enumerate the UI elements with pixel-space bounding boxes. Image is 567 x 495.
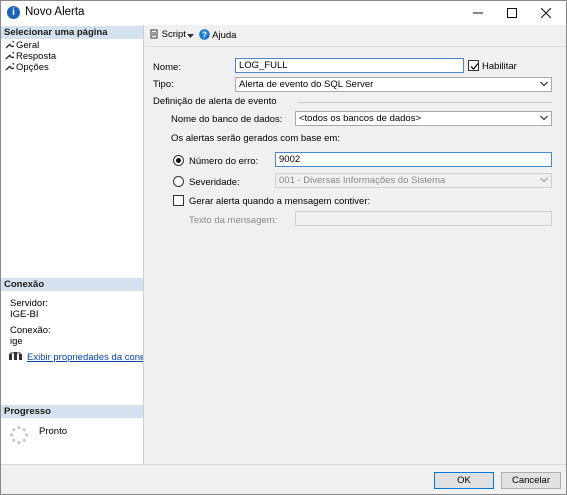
connection-label: Conexão: xyxy=(10,325,51,336)
db-name-select[interactable]: <todos os bancos de dados> xyxy=(295,111,552,126)
title-bar: i Novo Alerta xyxy=(1,1,566,25)
alert-info-icon: i xyxy=(7,6,20,19)
message-text-input[interactable] xyxy=(295,211,552,226)
based-on-label: Os alertas serão gerados com base em: xyxy=(171,133,340,144)
sidebar: Selecionar uma página Geral Resposta Opç… xyxy=(1,25,144,464)
main-panel: Script ? Ajuda Nome: LOG_FULL Habilitar … xyxy=(145,25,566,464)
chevron-down-icon xyxy=(540,177,548,183)
script-button[interactable]: Script xyxy=(149,29,186,41)
db-name-select-value: <todos os bancos de dados> xyxy=(299,113,422,124)
chevron-down-icon xyxy=(540,81,548,87)
connection-properties-icon xyxy=(9,352,22,360)
error-number-label: Número do erro: xyxy=(189,156,259,167)
checkmark-icon xyxy=(470,63,479,70)
severity-select[interactable]: 001 - Diversas Informações do Sistema xyxy=(275,173,552,188)
toolbar: Script ? Ajuda xyxy=(145,25,566,45)
severity-select-value: 001 - Diversas Informações do Sistema xyxy=(279,175,446,186)
sidebar-item-label: Geral xyxy=(16,40,40,51)
cancel-button[interactable]: Cancelar xyxy=(501,472,561,489)
help-label: Ajuda xyxy=(212,30,237,41)
severity-radio[interactable] xyxy=(173,176,184,187)
maximize-icon xyxy=(507,8,517,18)
script-dropdown-button[interactable] xyxy=(187,29,194,41)
sidebar-item-resposta[interactable]: Resposta xyxy=(5,51,56,62)
wrench-icon xyxy=(5,40,16,49)
sidebar-item-label: Resposta xyxy=(16,51,57,62)
chevron-down-icon xyxy=(187,34,194,38)
enable-checkbox[interactable] xyxy=(468,60,479,71)
help-icon: ? xyxy=(199,29,210,40)
view-connection-properties-label: Exibir propriedades da conexão xyxy=(27,352,143,363)
type-select-value: Alerta de evento do SQL Server xyxy=(239,79,374,90)
message-text-label: Texto da mensagem: xyxy=(189,215,278,226)
wrench-icon xyxy=(5,62,16,71)
wrench-icon xyxy=(5,51,16,60)
svg-text:?: ? xyxy=(202,30,207,40)
server-value: IGE-BI xyxy=(10,309,39,320)
severity-label: Severidade: xyxy=(189,177,240,188)
error-number-input[interactable]: 9002 xyxy=(275,152,552,167)
close-icon xyxy=(540,7,552,19)
maximize-button[interactable] xyxy=(495,1,529,25)
error-number-radio[interactable] xyxy=(173,155,184,166)
sidebar-item-geral[interactable]: Geral xyxy=(5,40,39,51)
raise-message-label: Gerar alerta quando a mensagem contiver: xyxy=(189,196,371,207)
chevron-down-icon xyxy=(540,115,548,121)
dialog-window: i Novo Alerta Selecionar uma página Gera… xyxy=(0,0,567,495)
enable-label: Habilitar xyxy=(482,61,517,72)
script-label: Script xyxy=(161,29,186,40)
close-button[interactable] xyxy=(529,1,563,25)
name-label: Nome: xyxy=(153,62,181,73)
dialog-footer: OK Cancelar xyxy=(1,464,566,494)
view-connection-properties-link[interactable]: Exibir propriedades da conexão xyxy=(9,351,143,363)
help-button[interactable]: ? Ajuda xyxy=(199,29,236,42)
script-icon xyxy=(150,29,158,39)
minimize-icon xyxy=(473,12,483,14)
ok-button[interactable]: OK xyxy=(434,472,494,489)
connection-header: Conexão xyxy=(1,278,143,291)
minimize-button[interactable] xyxy=(461,1,495,25)
event-definition-divider xyxy=(298,102,552,103)
progress-spinner-icon xyxy=(9,425,29,445)
select-page-header: Selecionar uma página xyxy=(1,26,143,39)
progress-header: Progresso xyxy=(1,405,143,418)
event-definition-label: Definição de alerta de evento xyxy=(153,96,277,107)
name-input[interactable]: LOG_FULL xyxy=(235,58,464,73)
type-select[interactable]: Alerta de evento do SQL Server xyxy=(235,77,552,92)
progress-status: Pronto xyxy=(39,426,67,437)
connection-value: ige xyxy=(10,336,23,347)
window-title: Novo Alerta xyxy=(25,6,85,18)
toolbar-divider xyxy=(145,46,566,47)
sidebar-item-label: Opções xyxy=(16,62,49,73)
db-name-label: Nome do banco de dados: xyxy=(171,114,283,125)
type-label: Tipo: xyxy=(153,79,174,90)
raise-message-checkbox[interactable] xyxy=(173,195,184,206)
server-label: Servidor: xyxy=(10,298,49,309)
sidebar-item-opcoes[interactable]: Opções xyxy=(5,62,49,73)
